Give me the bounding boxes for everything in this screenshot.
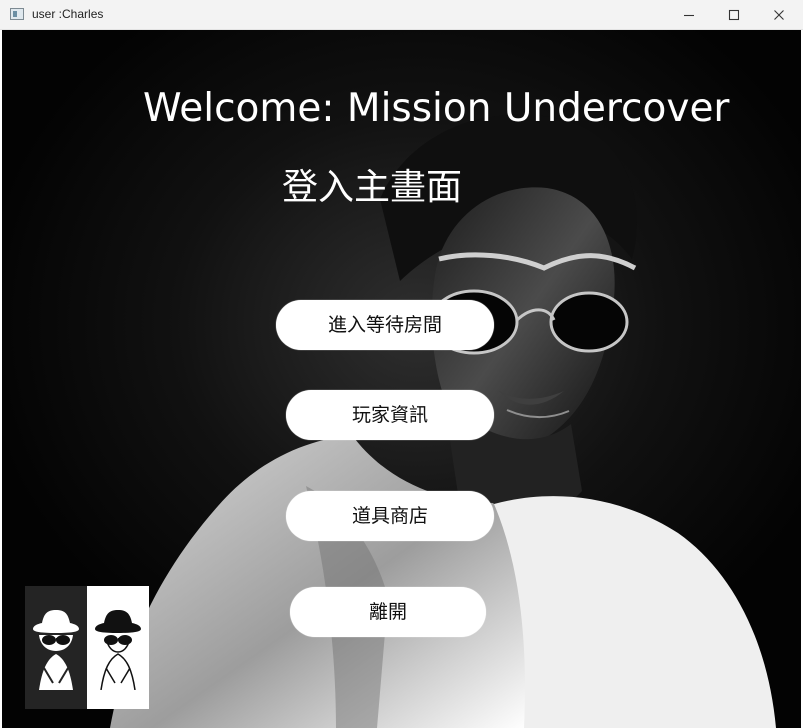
app-icon bbox=[10, 8, 24, 20]
close-icon bbox=[774, 10, 784, 20]
exit-button[interactable]: 離開 bbox=[290, 587, 486, 637]
maximize-button[interactable] bbox=[711, 0, 757, 30]
welcome-heading: Welcome: Mission Undercover bbox=[143, 86, 730, 131]
window-title: user :Charles bbox=[32, 7, 104, 21]
main-screen: Welcome: Mission Undercover 登入主畫面 進入等待房間… bbox=[2, 30, 801, 728]
minimize-button[interactable] bbox=[666, 0, 712, 30]
minimize-icon bbox=[684, 14, 694, 17]
spy-light-icon bbox=[95, 610, 141, 690]
app-window: user :Charles Welcome: Mission Undercove… bbox=[0, 0, 803, 728]
login-main-screen-title: 登入主畫面 bbox=[282, 167, 463, 208]
item-shop-button[interactable]: 道具商店 bbox=[286, 491, 494, 541]
close-button[interactable] bbox=[756, 0, 802, 30]
enter-waiting-room-button[interactable]: 進入等待房間 bbox=[276, 300, 494, 350]
player-info-button[interactable]: 玩家資訊 bbox=[286, 390, 494, 440]
spy-dark-icon bbox=[33, 610, 79, 690]
player-avatar-panel bbox=[25, 586, 149, 709]
title-bar[interactable]: user :Charles bbox=[0, 0, 803, 30]
maximize-icon bbox=[728, 9, 740, 21]
